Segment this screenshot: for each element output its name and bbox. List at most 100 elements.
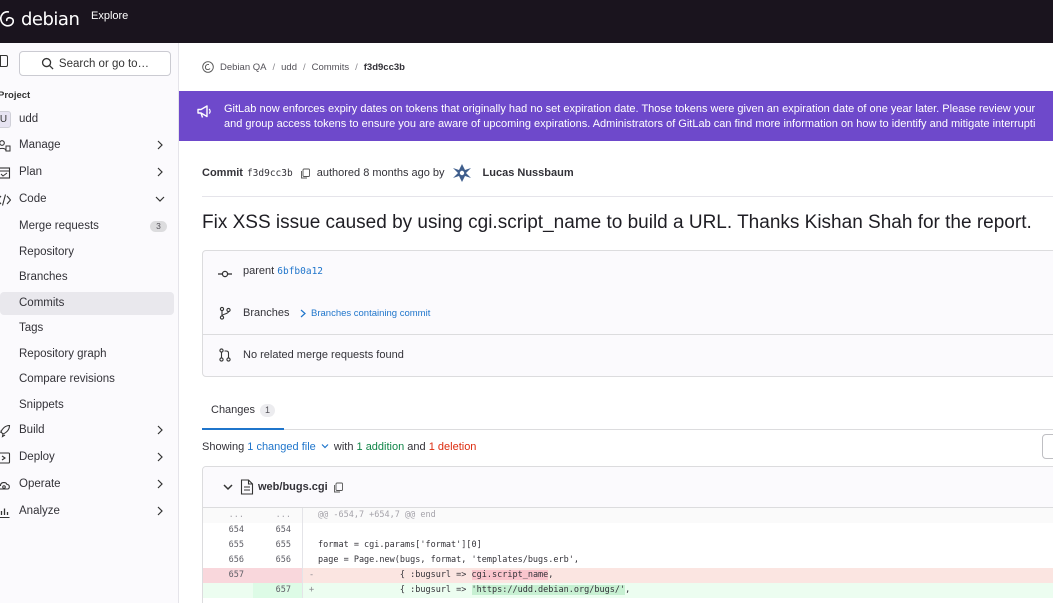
sidebar-toggle-icon[interactable] (0, 55, 8, 67)
nav-build[interactable]: Build (0, 419, 174, 442)
tabs-bar: Changes 1 (202, 394, 1053, 430)
chevron-right-icon[interactable] (299, 309, 307, 318)
old-line-number[interactable]: 655 (203, 538, 253, 553)
breadcrumb-separator: / (355, 61, 358, 73)
project-link[interactable]: U udd (0, 111, 174, 129)
chevron-down-icon[interactable] (321, 442, 329, 450)
project-name: udd (19, 113, 39, 125)
nav-commits[interactable]: Commits (0, 292, 174, 315)
commit-icon (218, 270, 232, 278)
search-button[interactable]: Search or go to… (19, 51, 171, 76)
parent-sha-link[interactable]: 6bfb0a12 (277, 266, 323, 277)
nav-compare-revisions[interactable]: Compare revisions (0, 368, 174, 391)
diff-settings-button[interactable] (1042, 434, 1053, 459)
nav-tags[interactable]: Tags (0, 317, 174, 340)
diff-line: 655 655 format = cgi.params['format'][0] (203, 538, 1053, 553)
tab-count-badge: 1 (260, 404, 275, 417)
tab-changes[interactable]: Changes 1 (202, 394, 284, 430)
nav-repository-graph[interactable]: Repository graph (0, 343, 174, 366)
old-line-number[interactable]: ... (203, 508, 253, 523)
new-line-number[interactable]: 655 (253, 538, 303, 553)
search-icon (41, 57, 54, 70)
changed-files-dropdown[interactable]: 1 changed file (247, 441, 316, 453)
search-label: Search or go to… (58, 57, 150, 70)
code-text: { :bugsurl => cgi.script_name, (318, 568, 553, 583)
nav-label: Operate (19, 478, 61, 490)
new-line-number[interactable]: 656 (253, 553, 303, 568)
commit-label: Commit (202, 167, 243, 179)
file-name[interactable]: web/bugs.cgi (258, 481, 328, 493)
nav-analyze[interactable]: Analyze (0, 500, 174, 523)
project-avatar: U (0, 111, 11, 128)
new-line-number[interactable]: ... (253, 508, 303, 523)
copy-icon[interactable] (333, 482, 344, 493)
author-name[interactable]: Lucas Nussbaum (483, 167, 574, 179)
breadcrumb-item[interactable]: udd (281, 62, 297, 73)
new-line-number[interactable] (253, 568, 303, 583)
debian-logo[interactable]: debian (0, 7, 80, 31)
tab-label: Changes (211, 404, 256, 416)
cloud-gear-icon (0, 482, 10, 490)
diff-table: ... ... @@ -654,7 +654,7 @@ end 654 654 … (203, 508, 1053, 598)
nav-operate[interactable]: Operate (0, 473, 174, 496)
code-text: format = cgi.params['format'][0] (318, 540, 482, 550)
explore-link[interactable]: Explore (91, 10, 128, 22)
nav-label: Tags (19, 322, 44, 334)
merge-request-icon (219, 348, 231, 362)
old-line-number[interactable]: 656 (203, 553, 253, 568)
new-line-number[interactable]: 654 (253, 523, 303, 538)
commit-info-box: parent 6bfb0a12 Branches Branches contai… (202, 250, 1053, 377)
divider (203, 334, 1053, 335)
nav-label: Snippets (19, 399, 64, 411)
nav-branches[interactable]: Branches (0, 266, 174, 289)
parent-label: parent (243, 265, 275, 277)
chevron-right-icon (157, 140, 163, 150)
nav-snippets[interactable]: Snippets (0, 394, 174, 417)
branches-containing-link[interactable]: Branches containing commit (311, 308, 430, 319)
nav-manage[interactable]: Manage (0, 134, 174, 157)
count-badge: 3 (150, 221, 167, 232)
new-line-number[interactable]: 657 (253, 583, 303, 598)
left-sidebar: Search or go to… Project U udd Manage Pl… (0, 43, 179, 603)
diff-hunk-header: ... ... @@ -654,7 +654,7 @@ end (203, 508, 1053, 523)
breadcrumb-item[interactable]: Commits (312, 62, 349, 73)
nav-label: Analyze (19, 505, 60, 517)
chevron-right-icon (157, 425, 163, 435)
breadcrumb-current[interactable]: f3d9cc3b (364, 62, 405, 73)
code-pre: { :bugsurl => (318, 570, 472, 580)
breadcrumb: Debian QA / udd / Commits / f3d9cc3b (202, 61, 405, 73)
nav-code[interactable]: Code (0, 188, 174, 211)
copy-icon[interactable] (300, 168, 311, 179)
code-pre: { :bugsurl => (318, 585, 472, 595)
planning-icon (0, 167, 11, 179)
nav-plan[interactable]: Plan (0, 161, 174, 184)
additions-count: 1 addition (356, 441, 405, 453)
summary-text: and (407, 441, 426, 453)
nav-repository[interactable]: Repository (0, 241, 174, 264)
nav-merge-requests[interactable]: Merge requests 3 (0, 215, 174, 238)
old-line-number[interactable]: 657 (203, 568, 253, 583)
authored-text: authored 8 months ago by (316, 167, 445, 179)
breadcrumb-item[interactable]: Debian QA (220, 62, 266, 73)
diff-line-added: 657 + { :bugsurl => 'https://udd.debian.… (203, 583, 1053, 598)
nav-label: Compare revisions (19, 373, 115, 385)
group-avatar-icon (202, 61, 214, 73)
chevron-down-icon[interactable] (223, 482, 233, 492)
nav-label: Repository (19, 246, 74, 258)
banner-message: GitLab now enforces expiry dates on toke… (224, 102, 1053, 132)
old-line-number[interactable]: 654 (203, 523, 253, 538)
diff-summary: Showing 1 changed file with 1 addition a… (202, 441, 476, 453)
top-bar: debian Explore (0, 0, 1053, 43)
chart-icon (0, 508, 10, 519)
branch-icon (219, 306, 231, 320)
commit-title: Fix XSS issue caused by using cgi.script… (202, 212, 1032, 233)
file-icon (240, 479, 254, 495)
breadcrumb-separator: / (302, 61, 306, 73)
nav-deploy[interactable]: Deploy (0, 446, 174, 469)
diff-line: 656 656 page = Page.new(bugs, format, 't… (203, 553, 1053, 568)
broadcast-banner: GitLab now enforces expiry dates on toke… (179, 91, 1053, 141)
logo-text: debian (21, 8, 80, 30)
author-avatar[interactable] (450, 162, 473, 184)
nav-label: Build (19, 424, 45, 436)
banner-line: GitLab now enforces expiry dates on toke… (224, 103, 1036, 115)
